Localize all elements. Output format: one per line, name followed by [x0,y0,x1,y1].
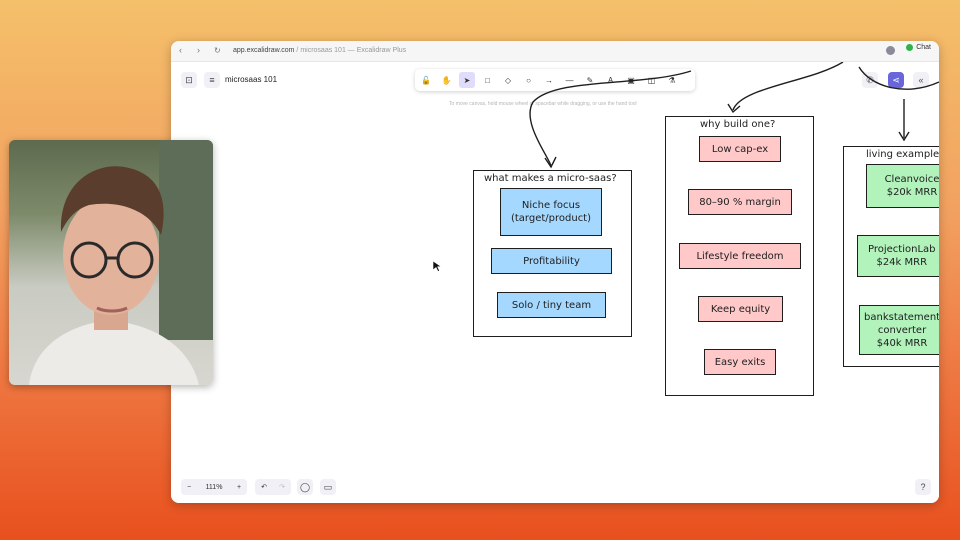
chat-button[interactable]: Chat [906,44,931,51]
forward-icon[interactable]: › [197,45,200,55]
profile-avatar-icon[interactable] [886,46,895,55]
back-icon[interactable]: ‹ [179,45,182,55]
zoom-in-icon[interactable]: + [231,484,247,491]
comments-icon[interactable]: ◯ [297,479,313,495]
history-controls: ↶ ↷ [255,479,291,495]
zoom-controls: − 111% + [181,479,247,495]
presentation-icon[interactable]: ▭ [320,479,336,495]
excalidraw-canvas[interactable]: ⊡ ≡ microsaas 101 🔓 ✋ ➤ □ ◇ ○ → — ✎ A ▣ ◫ ⚗ To move … [171,62,939,503]
zoom-out-icon[interactable]: − [181,484,197,491]
undo-icon[interactable]: ↶ [255,483,273,491]
url-text[interactable]: app.excalidraw.com / microsaas 101 — Exc… [233,47,406,54]
browser-address-bar: ‹ › ↻ app.excalidraw.com / microsaas 101… [171,41,939,62]
mouse-cursor [432,260,442,272]
reload-icon[interactable]: ↻ [214,46,221,55]
redo-icon[interactable]: ↷ [273,483,291,491]
zoom-level[interactable]: 111% [197,484,231,491]
browser-window: ‹ › ↻ app.excalidraw.com / microsaas 101… [171,41,939,503]
webcam-overlay [9,140,213,385]
presenter-illustration [29,140,213,385]
help-icon[interactable]: ? [915,479,931,495]
chat-icon [906,44,914,51]
